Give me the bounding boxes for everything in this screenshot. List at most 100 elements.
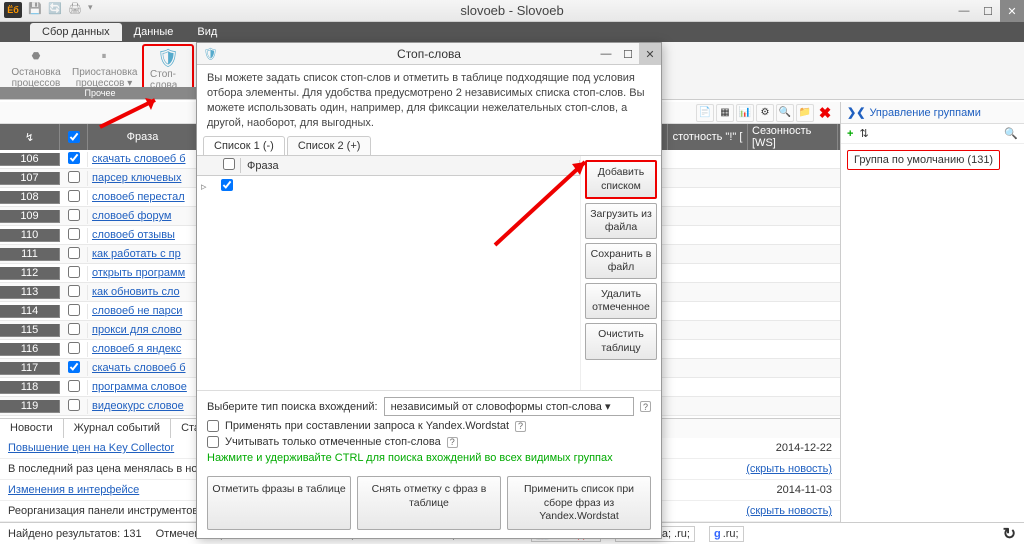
row-phrase[interactable]: программа словое (88, 381, 198, 393)
tool-icon-1[interactable]: 📄 (696, 104, 714, 122)
dialog-minimize[interactable]: — (595, 43, 617, 65)
tool-icon-5[interactable]: 🔍 (776, 104, 794, 122)
news-hide[interactable]: (скрыть новость) (746, 463, 832, 475)
maximize-button[interactable]: ☐ (976, 0, 1000, 22)
row-checkbox[interactable] (60, 209, 88, 224)
region-google[interactable]: g .ru; (709, 526, 744, 542)
qat-drop-icon[interactable]: ▾ (88, 2, 102, 16)
sort-icon[interactable]: ⇅ (859, 127, 868, 140)
dialog-tab-list1[interactable]: Список 1 (-) (203, 136, 285, 155)
dialog-description: Вы можете задать список стоп-слов и отме… (197, 65, 661, 136)
chk-only-marked[interactable] (207, 436, 219, 448)
row-phrase[interactable]: словоеб перестал (88, 191, 198, 203)
tool-icon-6[interactable]: 📁 (796, 104, 814, 122)
dlg-row-check[interactable] (221, 179, 245, 194)
dialog-close[interactable]: ✕ (639, 43, 661, 65)
tab-data[interactable]: Данные (122, 23, 186, 41)
row-phrase[interactable]: открыть программ (88, 267, 198, 279)
row-checkbox[interactable] (60, 247, 88, 262)
chk-apply-wordstat[interactable] (207, 420, 219, 432)
row-checkbox[interactable] (60, 304, 88, 319)
search-type-select[interactable]: независимый от словоформы стоп-слова ▾ (384, 397, 634, 416)
tab-data-collection[interactable]: Сбор данных (30, 23, 122, 41)
close-button[interactable]: ✕ (1000, 0, 1024, 22)
row-phrase[interactable]: прокси для слово (88, 324, 198, 336)
collapse-icon[interactable]: ❯❮ (847, 106, 865, 119)
tool-delete-icon[interactable]: ✖ (816, 104, 834, 122)
tool-icon-4[interactable]: ⚙ (756, 104, 774, 122)
search-group-icon[interactable]: 🔍 (1004, 127, 1018, 140)
stop-icon: ⬣ (26, 46, 46, 66)
row-checkbox[interactable] (60, 380, 88, 395)
group-default[interactable]: Группа по умолчанию (131) (847, 150, 1000, 170)
row-checkbox[interactable] (60, 190, 88, 205)
action-apply-wordstat[interactable]: Применить список при сборе фраз из Yande… (507, 476, 651, 529)
refresh-icon[interactable]: ↻ (1003, 524, 1016, 544)
news-hide[interactable]: (скрыть новость) (746, 505, 832, 517)
col-freq1[interactable]: стотность "!" [ (668, 124, 748, 150)
btn-delete-marked[interactable]: Удалить отмеченное (585, 283, 657, 319)
row-number: 115 (0, 324, 60, 337)
btn-clear-table[interactable]: Очистить таблицу (585, 323, 657, 359)
dialog-tab-list2[interactable]: Список 2 (+) (287, 136, 372, 155)
row-phrase[interactable]: словоеб форум (88, 210, 198, 222)
groups-title: Управление группами (869, 107, 980, 119)
dlg-col-check[interactable] (217, 158, 241, 173)
dialog-maximize[interactable]: ☐ (617, 43, 639, 65)
col-check[interactable] (60, 124, 88, 150)
news-title[interactable]: Изменения в интерфейсе (8, 484, 139, 496)
row-checkbox[interactable] (60, 171, 88, 186)
row-phrase[interactable]: как обновить сло (88, 286, 198, 298)
action-mark-phrases[interactable]: Отметить фразы в таблице (207, 476, 351, 529)
row-checkbox[interactable] (60, 266, 88, 281)
dialog-shield-icon: 🛡 (203, 47, 218, 61)
col-freq2[interactable]: Сезонность [WS] (748, 124, 838, 150)
row-checkbox[interactable] (60, 361, 88, 376)
row-checkbox[interactable] (60, 285, 88, 300)
action-unmark-phrases[interactable]: Снять отметку с фраз в таблице (357, 476, 501, 529)
row-number: 118 (0, 381, 60, 394)
news-title[interactable]: Повышение цен на Key Collector (8, 442, 174, 454)
row-checkbox[interactable] (60, 323, 88, 338)
row-number: 111 (0, 248, 60, 261)
tool-icon-2[interactable]: ▦ (716, 104, 734, 122)
annotation-arrow-2 (490, 150, 600, 253)
pause-processes-button[interactable]: ⏸ Приостановка процессов ▾ (68, 44, 140, 91)
tool-icon-3[interactable]: 📊 (736, 104, 754, 122)
row-checkbox[interactable] (60, 399, 88, 414)
row-phrase[interactable]: словоеб я яндекс (88, 343, 198, 355)
row-phrase[interactable]: словоеб отзывы (88, 229, 198, 241)
annotation-arrow-1 (95, 92, 175, 135)
row-phrase[interactable]: скачать словоеб б (88, 153, 198, 165)
row-checkbox[interactable] (60, 152, 88, 167)
qat-print-icon[interactable]: 🖨 (68, 2, 82, 16)
btab-news[interactable]: Новости (0, 419, 64, 438)
groups-panel: ❯❮ Управление группами + ⇅ 🔍 Группа по у… (840, 102, 1024, 522)
pause-label: Приостановка процессов ▾ (72, 67, 136, 89)
row-phrase[interactable]: парсер ключевых (88, 172, 198, 184)
row-number: 108 (0, 191, 60, 204)
help-icon-2[interactable]: ? (515, 421, 526, 432)
row-phrase[interactable]: видеокурс словое (88, 400, 198, 412)
row-number: 109 (0, 210, 60, 223)
qat-save-icon[interactable]: 💾 (28, 2, 42, 16)
app-logo: Ёб (4, 2, 22, 18)
row-phrase[interactable]: словоеб не парси (88, 305, 198, 317)
dialog-title: Стоп-слова (397, 47, 461, 61)
row-checkbox[interactable] (60, 228, 88, 243)
chk-only-label: Учитывать только отмеченные стоп-слова (225, 436, 441, 448)
row-phrase[interactable]: как работать с пр (88, 248, 198, 260)
btab-log[interactable]: Журнал событий (64, 419, 171, 438)
row-checkbox[interactable] (60, 342, 88, 357)
row-phrase[interactable]: скачать словоеб б (88, 362, 198, 374)
row-number: 112 (0, 267, 60, 280)
tab-view[interactable]: Вид (185, 23, 229, 41)
add-group-icon[interactable]: + (847, 128, 853, 140)
row-number: 117 (0, 362, 60, 375)
qat-refresh-icon[interactable]: 🔄 (48, 2, 62, 16)
help-icon-1[interactable]: ? (640, 401, 651, 412)
minimize-button[interactable]: — (952, 0, 976, 22)
status-found: Найдено результатов: 131 (8, 528, 142, 540)
menu-bar: Сбор данных Данные Вид (0, 22, 1024, 42)
help-icon-3[interactable]: ? (447, 437, 458, 448)
